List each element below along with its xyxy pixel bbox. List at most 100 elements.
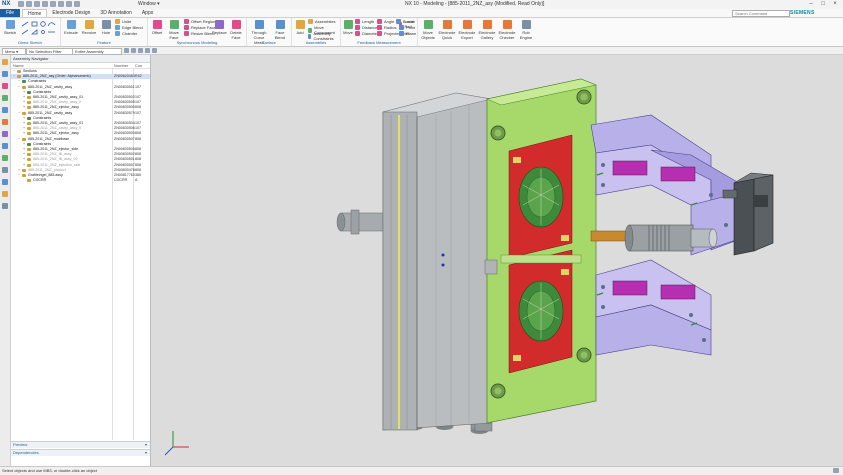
- menu-dropdown[interactable]: Menu ▾: [2, 48, 26, 55]
- tab-electrode-design[interactable]: Electrode Design: [47, 9, 95, 17]
- angle-button[interactable]: Angle: [377, 19, 394, 24]
- resize-blend-button[interactable]: Resize Blend: [184, 31, 215, 36]
- selection-filter-dropdown[interactable]: No Selection Filter: [26, 48, 74, 55]
- component-icon: [27, 122, 31, 125]
- chamfer-button[interactable]: Chamfer: [115, 31, 137, 36]
- electrode-export-button[interactable]: Electrode Export: [458, 20, 476, 40]
- web-browser-icon[interactable]: [2, 119, 8, 125]
- drafting-icon[interactable]: [2, 191, 8, 197]
- add-component-button[interactable]: Add: [294, 20, 306, 35]
- close-icon[interactable]: ×: [829, 0, 841, 9]
- offset-region-button[interactable]: Offset Region: [184, 19, 215, 24]
- electrode-quick-button[interactable]: Electrode Quick: [438, 20, 456, 40]
- graphics-viewport[interactable]: [151, 55, 843, 466]
- window-menu[interactable]: Window ▾: [138, 1, 160, 7]
- tab-3d-annotation[interactable]: 3D Annotation: [95, 9, 136, 17]
- border-button[interactable]: Border: [396, 19, 415, 24]
- assembly-navigator-icon[interactable]: [2, 59, 8, 65]
- undo-icon[interactable]: [26, 1, 32, 7]
- delete-face-button[interactable]: Delete Face: [228, 20, 244, 40]
- history-icon[interactable]: [2, 107, 8, 113]
- replace-face-button[interactable]: Replace Face: [184, 25, 216, 30]
- sketch-button[interactable]: Sketch: [3, 20, 17, 35]
- face-blend-button[interactable]: Face Blend: [271, 20, 289, 40]
- save-icon[interactable]: [18, 1, 24, 7]
- sketch-curve-icons[interactable]: [20, 20, 58, 36]
- process-studio-icon[interactable]: [2, 167, 8, 173]
- edge-blend-button[interactable]: Edge Blend: [115, 25, 143, 30]
- window-controls: – □ ×: [805, 0, 841, 9]
- select-all-icon[interactable]: [124, 48, 129, 53]
- copy-icon[interactable]: [50, 1, 56, 7]
- component-icon: [27, 153, 31, 157]
- move-objects-button[interactable]: Move Objects: [420, 20, 436, 40]
- snap-center-icon[interactable]: [152, 48, 157, 53]
- snap-endpoint-icon[interactable]: [138, 48, 143, 53]
- manufacturing-wizard-icon[interactable]: [2, 179, 8, 185]
- coordinate-triad: [164, 431, 189, 456]
- repeat-icon[interactable]: [66, 1, 72, 7]
- column-number[interactable]: Number: [114, 63, 128, 68]
- unite-icon: [115, 19, 120, 24]
- part-navigator-icon[interactable]: [2, 83, 8, 89]
- unite-button[interactable]: Unite: [115, 19, 131, 24]
- replace-button[interactable]: Replace: [212, 20, 227, 35]
- move-button[interactable]: Move: [343, 20, 353, 35]
- window-title: NX 10 - Modeling - [885-2011_2NZ_asy (Mo…: [405, 1, 545, 7]
- snap-midpoint-icon[interactable]: [145, 48, 150, 53]
- tab-apps[interactable]: Apps: [137, 9, 158, 17]
- radius-button[interactable]: Radius: [377, 25, 396, 30]
- dependencies-panel-header[interactable]: Dependencies ▾: [11, 449, 150, 456]
- distance-button[interactable]: Distance: [355, 25, 378, 30]
- touch-mode-icon[interactable]: [74, 1, 80, 7]
- rob-engine-button[interactable]: Rob Engine: [518, 20, 534, 40]
- revolve-button[interactable]: Revolve: [81, 20, 97, 35]
- diameter-icon: [355, 31, 360, 36]
- command-search-input[interactable]: Search Command: [732, 10, 790, 17]
- mold-assembly-model[interactable]: [151, 55, 843, 466]
- tree-row[interactable]: CGCRR CGCRR A: [11, 178, 150, 183]
- plane-button[interactable]: Plane: [399, 31, 416, 36]
- component-icon: [27, 158, 31, 162]
- minimize-icon[interactable]: –: [805, 0, 817, 9]
- maximize-icon[interactable]: □: [817, 0, 829, 9]
- preview-panel-header[interactable]: Preview ▾: [11, 441, 150, 448]
- length-button[interactable]: Length: [355, 19, 374, 24]
- file-menu-button[interactable]: File: [0, 9, 20, 17]
- reuse-library-icon[interactable]: [2, 95, 8, 101]
- component-icon: [22, 80, 26, 84]
- electrode-gallery-icon: [482, 20, 492, 29]
- through-curve-mesh-icon: [254, 20, 264, 29]
- constraint-navigator-icon[interactable]: [2, 71, 8, 77]
- redo-icon[interactable]: [34, 1, 40, 7]
- tree-row-count: A: [135, 178, 138, 183]
- hole-button[interactable]: Hole: [99, 20, 113, 35]
- offset-button[interactable]: Offset: [150, 20, 164, 35]
- selection-scope-dropdown[interactable]: Entire Assembly: [72, 48, 122, 55]
- column-count[interactable]: Cou: [135, 63, 142, 68]
- cut-icon[interactable]: [42, 1, 48, 7]
- deselect-icon[interactable]: [131, 48, 136, 53]
- settings-icon[interactable]: [2, 203, 8, 209]
- roles-icon[interactable]: [2, 143, 8, 149]
- component-icon: [27, 148, 31, 151]
- assemblies-menu[interactable]: Assemblies: [308, 19, 335, 24]
- point-icon: [399, 25, 404, 30]
- system-scene-icon[interactable]: [2, 155, 8, 161]
- palette-icon[interactable]: [2, 131, 8, 137]
- tab-home[interactable]: Home: [22, 9, 48, 17]
- component-icon: [27, 106, 31, 110]
- sprue-nozzle: [336, 209, 387, 235]
- electrode-checker-button[interactable]: Electrode Checker: [498, 20, 516, 40]
- component-icon: [17, 75, 21, 79]
- point-button[interactable]: Point: [399, 25, 415, 30]
- group-electrode-tools: Move Objects Electrode Quick Electrode E…: [418, 18, 536, 46]
- paste-icon[interactable]: [58, 1, 64, 7]
- extrude-button[interactable]: Extrude: [63, 20, 79, 35]
- electrode-gallery-button[interactable]: Electrode Gallery: [478, 20, 496, 40]
- diameter-button[interactable]: Diameter: [355, 31, 378, 36]
- fullscreen-icon[interactable]: [833, 468, 839, 473]
- move-face-button[interactable]: Move Face: [166, 20, 182, 40]
- hydraulic-cylinder: [590, 224, 718, 252]
- column-name[interactable]: Name: [13, 63, 24, 68]
